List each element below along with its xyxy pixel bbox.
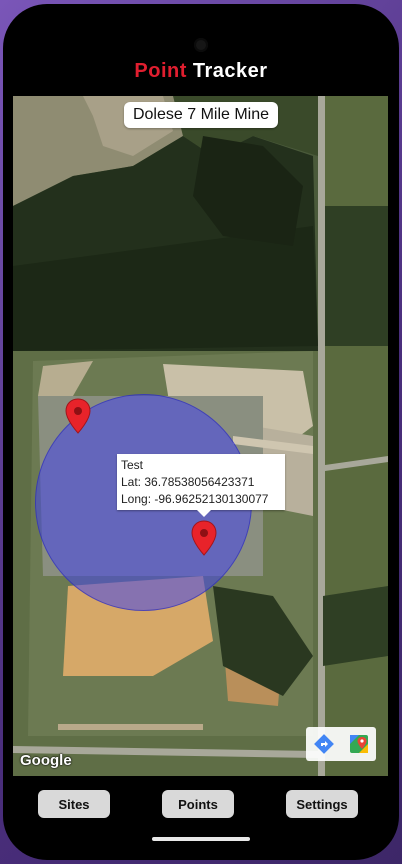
site-name-label: Dolese 7 Mile Mine: [124, 102, 278, 128]
map-marker-icon[interactable]: [65, 398, 91, 434]
directions-icon[interactable]: [311, 731, 337, 757]
google-logo: Google: [20, 752, 72, 769]
app-title: Point Tracker: [3, 60, 399, 83]
google-maps-icon[interactable]: [346, 731, 372, 757]
app-title-tracker: Tracker: [192, 60, 268, 82]
map-toolbar: [306, 727, 376, 761]
map-marker-icon[interactable]: [191, 520, 217, 556]
points-button[interactable]: Points: [162, 790, 234, 818]
app-title-point: Point: [134, 60, 187, 82]
phone-frame: Point Tracker Dolese 7 Mile Mine Test La…: [0, 0, 402, 864]
sites-button[interactable]: Sites: [38, 790, 110, 818]
marker-longitude: Long: -96.96252130130077: [121, 492, 269, 506]
settings-button[interactable]: Settings: [286, 790, 358, 818]
marker-name: Test: [121, 458, 144, 472]
home-indicator[interactable]: [152, 837, 250, 841]
map-view[interactable]: Dolese 7 Mile Mine Test Lat: 36.78538056…: [13, 96, 388, 776]
marker-latitude: Lat: 36.78538056423371: [121, 475, 255, 489]
screen: Point Tracker Dolese 7 Mile Mine Test La…: [3, 4, 399, 860]
front-camera: [194, 38, 208, 52]
info-window-tail: [197, 510, 211, 517]
marker-info-window[interactable]: Test Lat: 36.78538056423371 Long: -96.96…: [117, 454, 285, 517]
